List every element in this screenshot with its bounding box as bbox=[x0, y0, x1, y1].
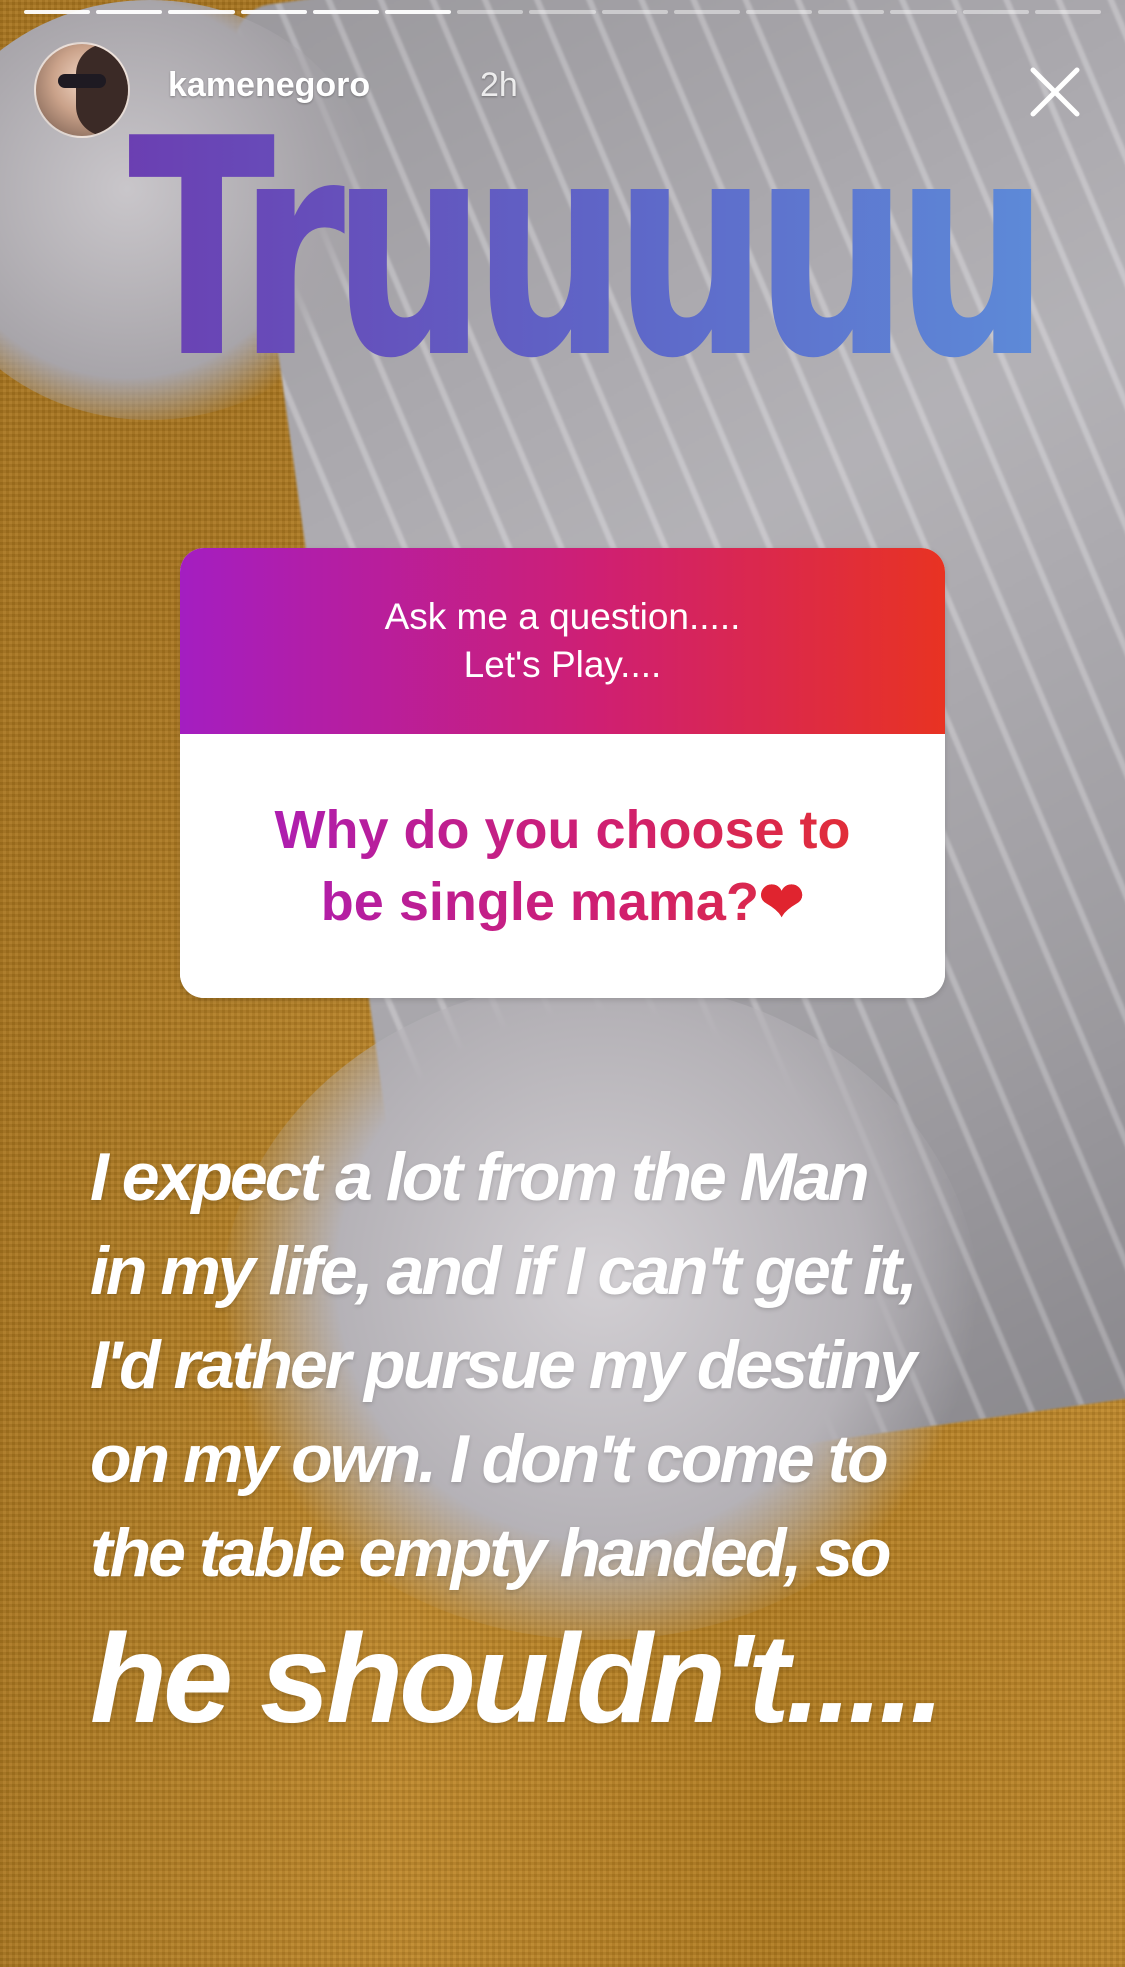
progress-segment bbox=[312, 10, 380, 14]
heart-icon: ❤ bbox=[758, 872, 805, 932]
progress-segment bbox=[24, 10, 91, 14]
question-sticker[interactable]: Ask me a question..... Let's Play.... Wh… bbox=[180, 548, 945, 998]
question-prompt-line2: Let's Play.... bbox=[463, 644, 662, 685]
question-sticker-header: Ask me a question..... Let's Play.... bbox=[180, 548, 945, 734]
avatar-sunglasses bbox=[58, 74, 106, 88]
question-line1: Why do you choose to bbox=[274, 800, 851, 860]
avatar[interactable] bbox=[34, 42, 130, 138]
progress-segment bbox=[962, 10, 1029, 14]
story-progress-bar bbox=[24, 10, 1102, 16]
progress-segment bbox=[240, 10, 307, 14]
progress-segment bbox=[529, 10, 596, 14]
question-line2: be single mama? bbox=[320, 872, 759, 932]
question-text: Why do you choose to be single mama?❤ bbox=[180, 734, 945, 998]
progress-segment bbox=[673, 10, 741, 14]
answer-line: on my own. I don't come to bbox=[90, 1421, 889, 1497]
answer-line: the table empty handed, so bbox=[90, 1515, 892, 1591]
answer-line: I'd rather pursue my destiny bbox=[90, 1327, 917, 1403]
text-sticker-truuuuu[interactable]: Truuuuu bbox=[128, 100, 1049, 400]
progress-segment bbox=[385, 10, 452, 14]
question-line2-wrap: be single mama?❤ bbox=[321, 866, 804, 938]
progress-segment bbox=[457, 10, 524, 14]
progress-segment bbox=[818, 10, 885, 14]
progress-segment bbox=[601, 10, 668, 14]
avatar-hair bbox=[76, 44, 128, 136]
progress-segment bbox=[96, 10, 163, 14]
progress-segment bbox=[890, 10, 957, 14]
answer-line: I expect a lot from the Man bbox=[90, 1139, 870, 1215]
progress-segment bbox=[1034, 10, 1102, 14]
progress-segment bbox=[746, 10, 813, 14]
answer-text: I expect a lot from the Man in my life, … bbox=[90, 1130, 1050, 1754]
answer-line-emphasis: he shouldn't..... bbox=[90, 1608, 945, 1749]
question-prompt-line1: Ask me a question..... bbox=[384, 596, 741, 637]
answer-line: in my life, and if I can't get it, bbox=[90, 1233, 918, 1309]
progress-segment bbox=[168, 10, 235, 14]
